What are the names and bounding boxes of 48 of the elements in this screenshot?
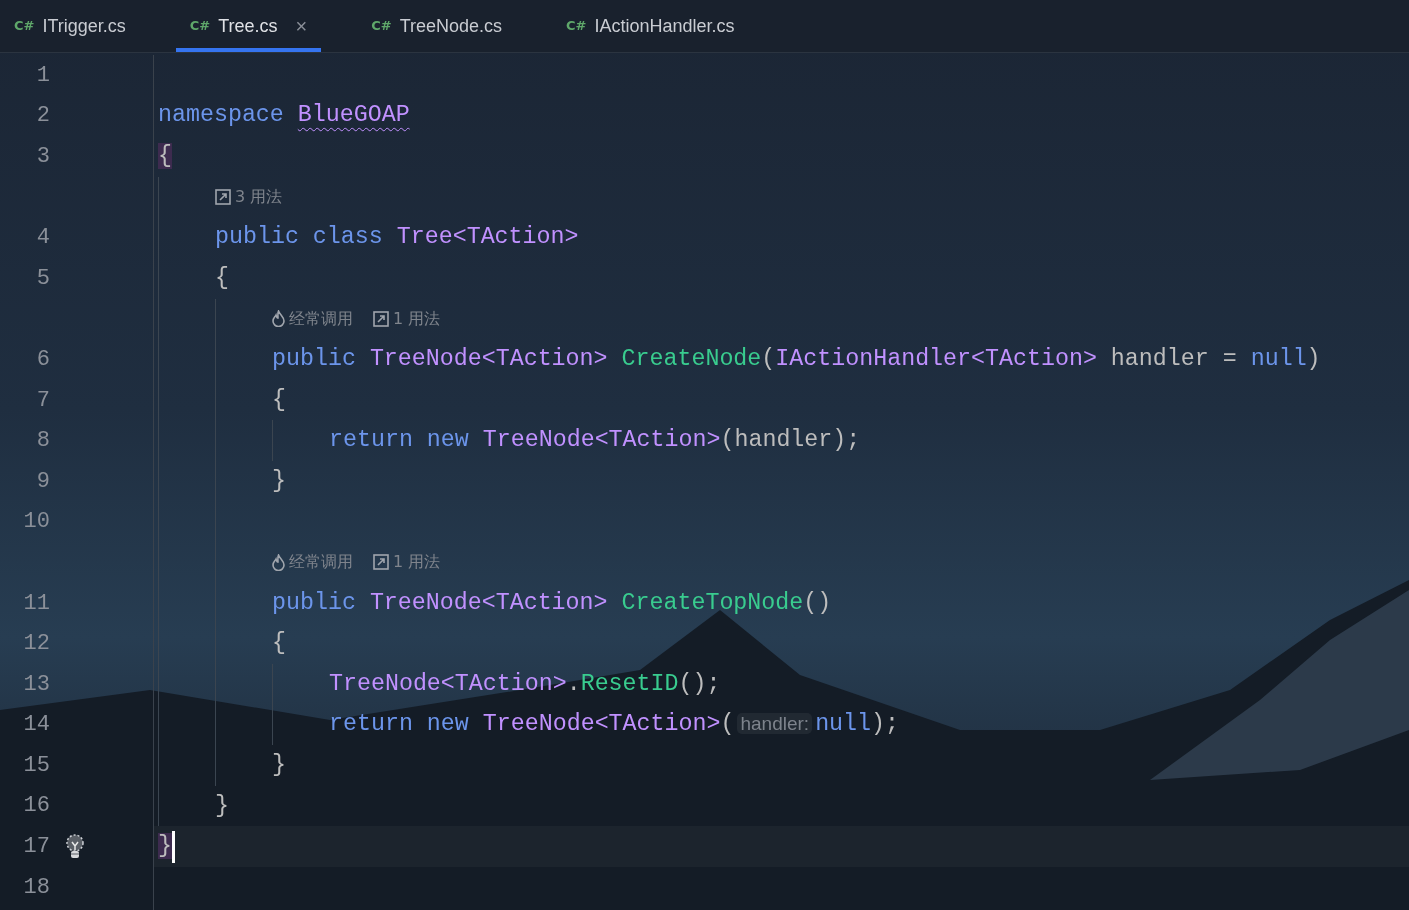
usage-hint[interactable]: 经常调用 bbox=[289, 550, 353, 575]
code-line: public TreeNode<TAction> CreateNode(IActionHandler<TAction> handler = null) bbox=[272, 345, 1321, 374]
close-icon[interactable]: × bbox=[295, 11, 308, 41]
code-line: namespace BlueGOAP bbox=[158, 101, 410, 131]
line-number: 11 bbox=[22, 589, 50, 618]
line-number: 18 bbox=[22, 873, 50, 902]
editor-tab[interactable]: C# Tree.cs × bbox=[175, 0, 322, 52]
code-line: } bbox=[272, 466, 286, 496]
code-line: public class Tree<TAction> bbox=[215, 223, 579, 253]
line-number: 13 bbox=[22, 670, 50, 699]
code-line: public TreeNode<TAction> CreateTopNode() bbox=[272, 588, 832, 618]
flame-icon bbox=[272, 553, 285, 571]
line-number: 1 bbox=[35, 61, 50, 90]
line-number: 10 bbox=[22, 508, 50, 537]
editor-tab[interactable]: C# TreeNode.cs bbox=[357, 0, 517, 52]
usages-icon bbox=[373, 310, 389, 327]
line-number: 17 bbox=[22, 833, 50, 862]
line-number: 3 bbox=[35, 143, 50, 171]
code-line: return new TreeNode<TAction>(handler); bbox=[329, 426, 861, 456]
line-number: 5 bbox=[35, 264, 50, 293]
line-number: 12 bbox=[22, 630, 50, 659]
code-line: { bbox=[215, 263, 229, 293]
usage-hint[interactable]: 1 用法 bbox=[393, 306, 441, 331]
lightbulb-icon bbox=[64, 833, 86, 860]
line-number: 2 bbox=[35, 102, 50, 131]
flame-icon bbox=[272, 310, 285, 328]
usage-hint[interactable]: 1 用法 bbox=[393, 550, 441, 575]
line-number: 14 bbox=[22, 711, 50, 740]
line-number: 4 bbox=[35, 224, 50, 253]
code-line: { bbox=[272, 385, 286, 415]
usages-icon bbox=[373, 554, 389, 571]
usage-hint[interactable]: 3 用法 bbox=[235, 185, 283, 210]
line-number: 7 bbox=[35, 386, 50, 415]
line-number: 8 bbox=[35, 427, 50, 456]
code-line: { bbox=[272, 629, 286, 659]
line-number: 15 bbox=[22, 751, 50, 780]
text-caret bbox=[172, 830, 175, 863]
line-number: 6 bbox=[35, 345, 50, 374]
code-line: TreeNode<TAction>.ResetID(); bbox=[329, 669, 721, 699]
code-line: } bbox=[272, 750, 286, 780]
editor-tab[interactable]: C# ITrigger.cs bbox=[0, 0, 140, 52]
line-number: 9 bbox=[35, 467, 50, 496]
line-number: 16 bbox=[22, 792, 50, 821]
usages-icon bbox=[215, 189, 231, 206]
code-line: return new TreeNode<TAction>( handler: null); bbox=[329, 710, 899, 740]
usage-hint[interactable]: 经常调用 bbox=[289, 306, 353, 331]
editor-tab[interactable]: C# IActionHandler.cs bbox=[552, 0, 749, 52]
code-line: } bbox=[215, 791, 229, 821]
